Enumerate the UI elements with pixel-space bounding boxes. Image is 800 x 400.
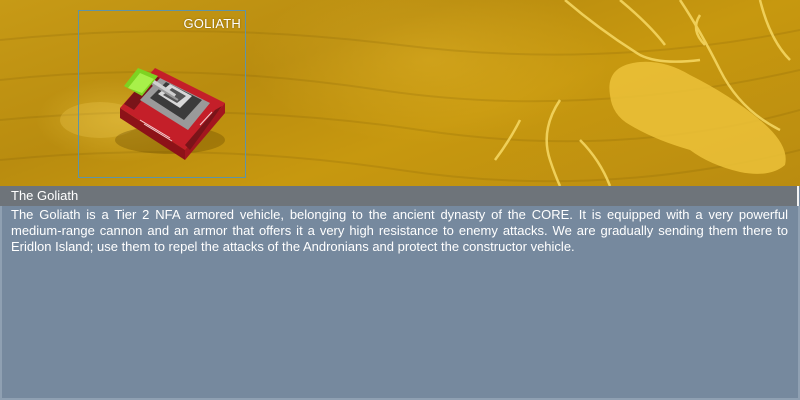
- unit-selection-frame[interactable]: GOLIATH: [78, 10, 246, 178]
- info-panel-header: The Goliath: [0, 186, 799, 206]
- unit-title: The Goliath: [11, 188, 79, 203]
- game-viewport[interactable]: GOLIATH: [0, 0, 800, 186]
- unit-name-label: GOLIATH: [183, 16, 241, 31]
- unit-description: The Goliath is a Tier 2 NFA armored vehi…: [11, 207, 788, 254]
